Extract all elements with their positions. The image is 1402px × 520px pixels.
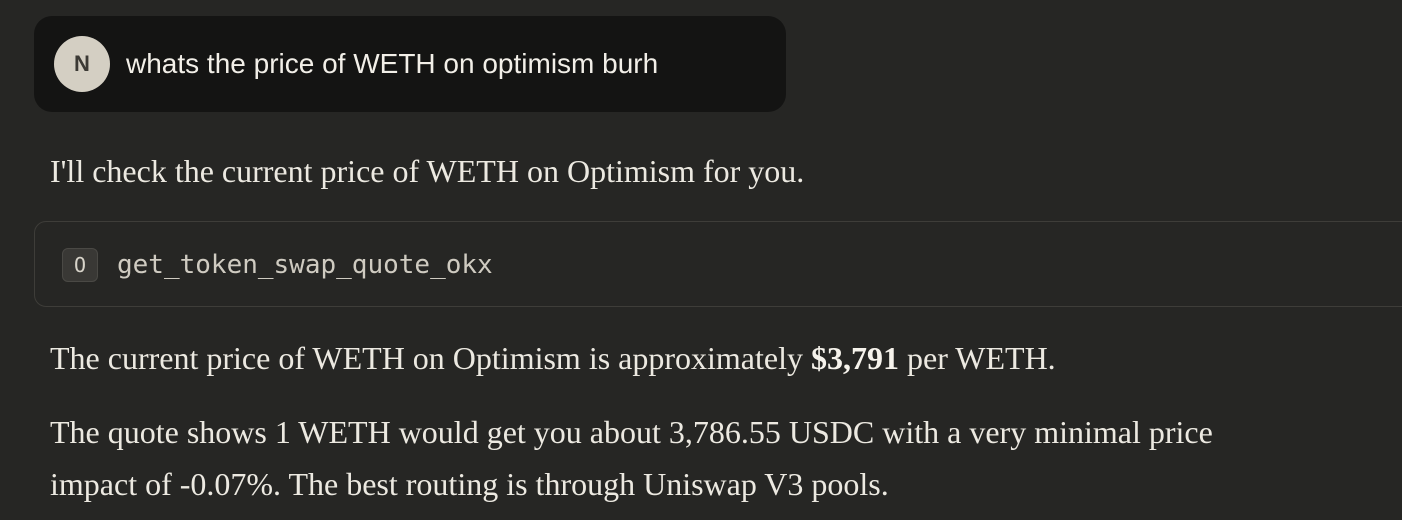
assistant-intro-text: I'll check the current price of WETH on … [50,153,805,189]
user-avatar[interactable]: N [54,36,110,92]
tool-call-icon: O [62,248,98,282]
answer-suffix: per WETH. [898,340,1056,376]
answer-price: $3,791 [810,340,899,376]
details-line-1: The quote shows 1 WETH would get you abo… [50,414,1213,450]
user-message-bubble: N whats the price of WETH on optimism bu… [34,16,786,112]
tool-call-card[interactable]: O get_token_swap_quote_okx [34,221,1402,307]
assistant-details-text: The quote shows 1 WETH would get you abo… [50,406,1213,510]
answer-prefix: The current price of WETH on Optimism is… [50,340,811,376]
user-message-text: whats the price of WETH on optimism burh [126,48,659,79]
tool-call-name: get_token_swap_quote_okx [117,250,493,280]
assistant-answer-text: The current price of WETH on Optimism is… [50,332,1056,384]
details-line-2: impact of -0.07%. The best routing is th… [50,466,889,502]
